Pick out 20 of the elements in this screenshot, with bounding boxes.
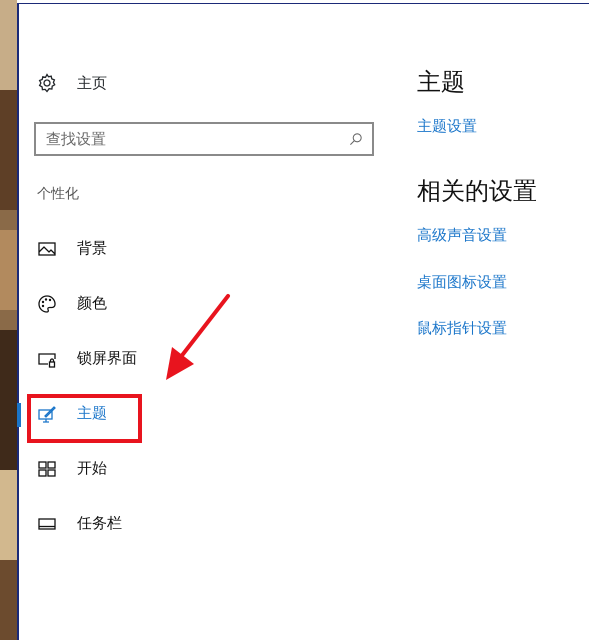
section-label: 个性化 (36, 185, 80, 204)
nav-item[interactable]: 任务栏 (19, 496, 389, 551)
nav-item[interactable]: 主题 (19, 386, 389, 441)
section-heading: 相关的设置 (417, 177, 537, 206)
brush-icon (37, 404, 57, 424)
palette-icon (37, 294, 57, 314)
settings-link[interactable]: 鼠标指针设置 (417, 317, 537, 340)
nav-item[interactable]: 锁屏界面 (19, 331, 389, 386)
settings-icon (37, 73, 57, 93)
nav-item[interactable]: 背景 (19, 221, 389, 276)
settings-link[interactable]: 高级声音设置 (417, 224, 537, 247)
home-nav-item[interactable]: 主页 (19, 68, 389, 98)
settings-link[interactable]: 主题设置 (417, 114, 537, 138)
search-icon (348, 131, 364, 147)
section-heading: 主题 (417, 68, 466, 97)
nav-item[interactable]: 颜色 (19, 276, 389, 331)
search-field[interactable]: 查找设置 (34, 122, 374, 156)
nav-item[interactable]: 开始 (19, 441, 389, 496)
settings-link[interactable]: 桌面图标设置 (417, 270, 537, 294)
tiles-icon (37, 458, 57, 478)
